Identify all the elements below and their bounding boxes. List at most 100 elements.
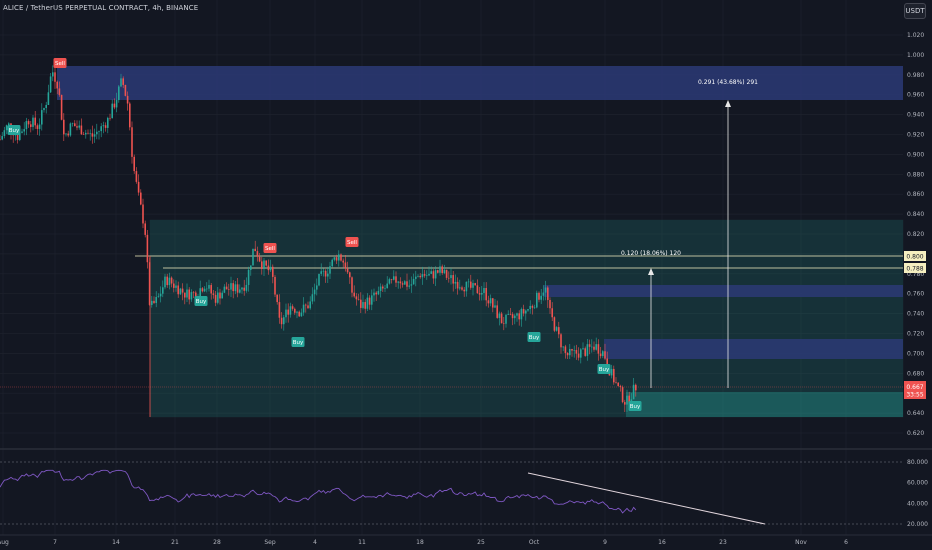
candle-body	[393, 276, 395, 280]
price-tick: 0.700	[907, 350, 924, 357]
candle-body	[23, 129, 25, 132]
sell-signal: Sell	[345, 237, 359, 247]
candle-body	[131, 127, 133, 157]
candle-body	[360, 299, 362, 308]
candle-body	[476, 285, 479, 294]
candle-body	[626, 395, 628, 405]
candle-body	[364, 302, 366, 309]
candle-body	[575, 350, 578, 354]
candle-body	[340, 254, 342, 261]
candle-body	[522, 309, 525, 314]
candle-body	[582, 348, 584, 350]
candle-body	[243, 287, 245, 291]
price-label-0788: 0.788	[904, 263, 926, 273]
rsi-tick: 60.000	[907, 480, 928, 487]
candle-body	[122, 78, 124, 85]
candle-body	[69, 123, 72, 136]
time-tick: Oct	[529, 539, 540, 546]
candle-body	[45, 104, 47, 108]
candle-body	[85, 132, 87, 135]
candle-body	[294, 308, 296, 313]
candle-body	[245, 284, 248, 291]
candle-body	[289, 306, 292, 315]
candle-body	[452, 275, 454, 284]
candle-body	[437, 270, 439, 273]
time-tick: Aug	[0, 539, 9, 546]
candle-body	[65, 133, 67, 135]
candle-body	[111, 103, 113, 119]
candle-body	[580, 349, 582, 358]
candle-body	[254, 248, 256, 252]
candle-body	[113, 103, 116, 108]
candle-body	[485, 288, 487, 301]
measure-lower-label: 0.120 (18.06%) 120	[621, 250, 681, 257]
candle-body	[120, 78, 122, 87]
rsi-axis[interactable]: 80.000 60.000 40.000 20.000	[907, 459, 928, 528]
time-tick: Nov	[795, 539, 807, 546]
supply-zone-mid1	[544, 285, 903, 297]
candle-body	[208, 285, 210, 289]
candle-body	[148, 262, 151, 305]
candle-body	[16, 134, 19, 140]
candle-body	[287, 309, 289, 315]
candle-body	[571, 348, 573, 351]
candle-body	[344, 262, 347, 269]
candle-body	[76, 126, 78, 128]
price-tick: 0.920	[907, 132, 924, 139]
time-tick: 18	[416, 539, 424, 546]
candle-body	[140, 192, 142, 205]
candle-body	[146, 234, 149, 263]
candle-body	[544, 287, 547, 293]
candle-body	[21, 131, 23, 133]
candle-body	[298, 311, 300, 317]
candle-body	[395, 276, 397, 283]
buy-signal: Buy	[7, 125, 21, 135]
candle-body	[584, 348, 586, 356]
candle-body	[179, 288, 182, 295]
candle-body	[496, 305, 498, 318]
time-tick: 25	[477, 539, 485, 546]
candle-body	[54, 72, 56, 82]
time-tick: 6	[844, 539, 848, 546]
candle-body	[463, 289, 465, 292]
candle-body	[593, 346, 595, 350]
time-axis[interactable]: Aug 7 14 21 28 Sep 4 11 18 25 Oct 9 16 23 Nov 6	[0, 539, 848, 546]
candle-body	[190, 292, 193, 300]
time-tick: 14	[112, 539, 120, 546]
candle-body	[417, 275, 419, 277]
candle-body	[511, 314, 514, 319]
buy-signal: Buy	[194, 296, 208, 306]
price-tick: 0.880	[907, 171, 924, 178]
candle-body	[225, 286, 228, 290]
candle-body	[52, 72, 54, 77]
candle-body	[30, 124, 32, 127]
candle-body	[27, 121, 30, 125]
candle-body	[349, 272, 351, 278]
candle-body	[265, 260, 267, 266]
candle-body	[577, 353, 580, 358]
candle-body	[382, 286, 384, 289]
candle-body	[223, 286, 226, 293]
price-tick: 0.720	[907, 331, 924, 338]
candle-body	[619, 386, 622, 388]
candle-body	[487, 300, 490, 304]
rsi-tick: 20.000	[907, 521, 928, 528]
candle-body	[36, 125, 39, 129]
candle-body	[5, 125, 8, 131]
candle-body	[573, 350, 575, 351]
candle-body	[448, 277, 450, 279]
candle-body	[406, 281, 408, 287]
supply-zone-top	[57, 66, 903, 100]
candle-body	[32, 117, 34, 127]
candle-body	[516, 313, 518, 316]
price-axis[interactable]: 1.020 1.000 0.980 0.960 0.940 0.920 0.900 0.880…	[907, 32, 924, 437]
svg-text:Sell: Sell	[347, 240, 357, 246]
candle-body	[217, 292, 219, 303]
rsi-trendline[interactable]	[527, 472, 766, 525]
candle-body	[430, 271, 432, 274]
price-label-0800: 0.800	[904, 251, 926, 261]
svg-text:0.800: 0.800	[906, 254, 923, 261]
candle-body	[335, 257, 338, 261]
candle-body	[586, 344, 589, 356]
chart-canvas[interactable]: 0.291 (43.68%) 291 0.120 (18.06%) 120 Se…	[0, 0, 932, 550]
